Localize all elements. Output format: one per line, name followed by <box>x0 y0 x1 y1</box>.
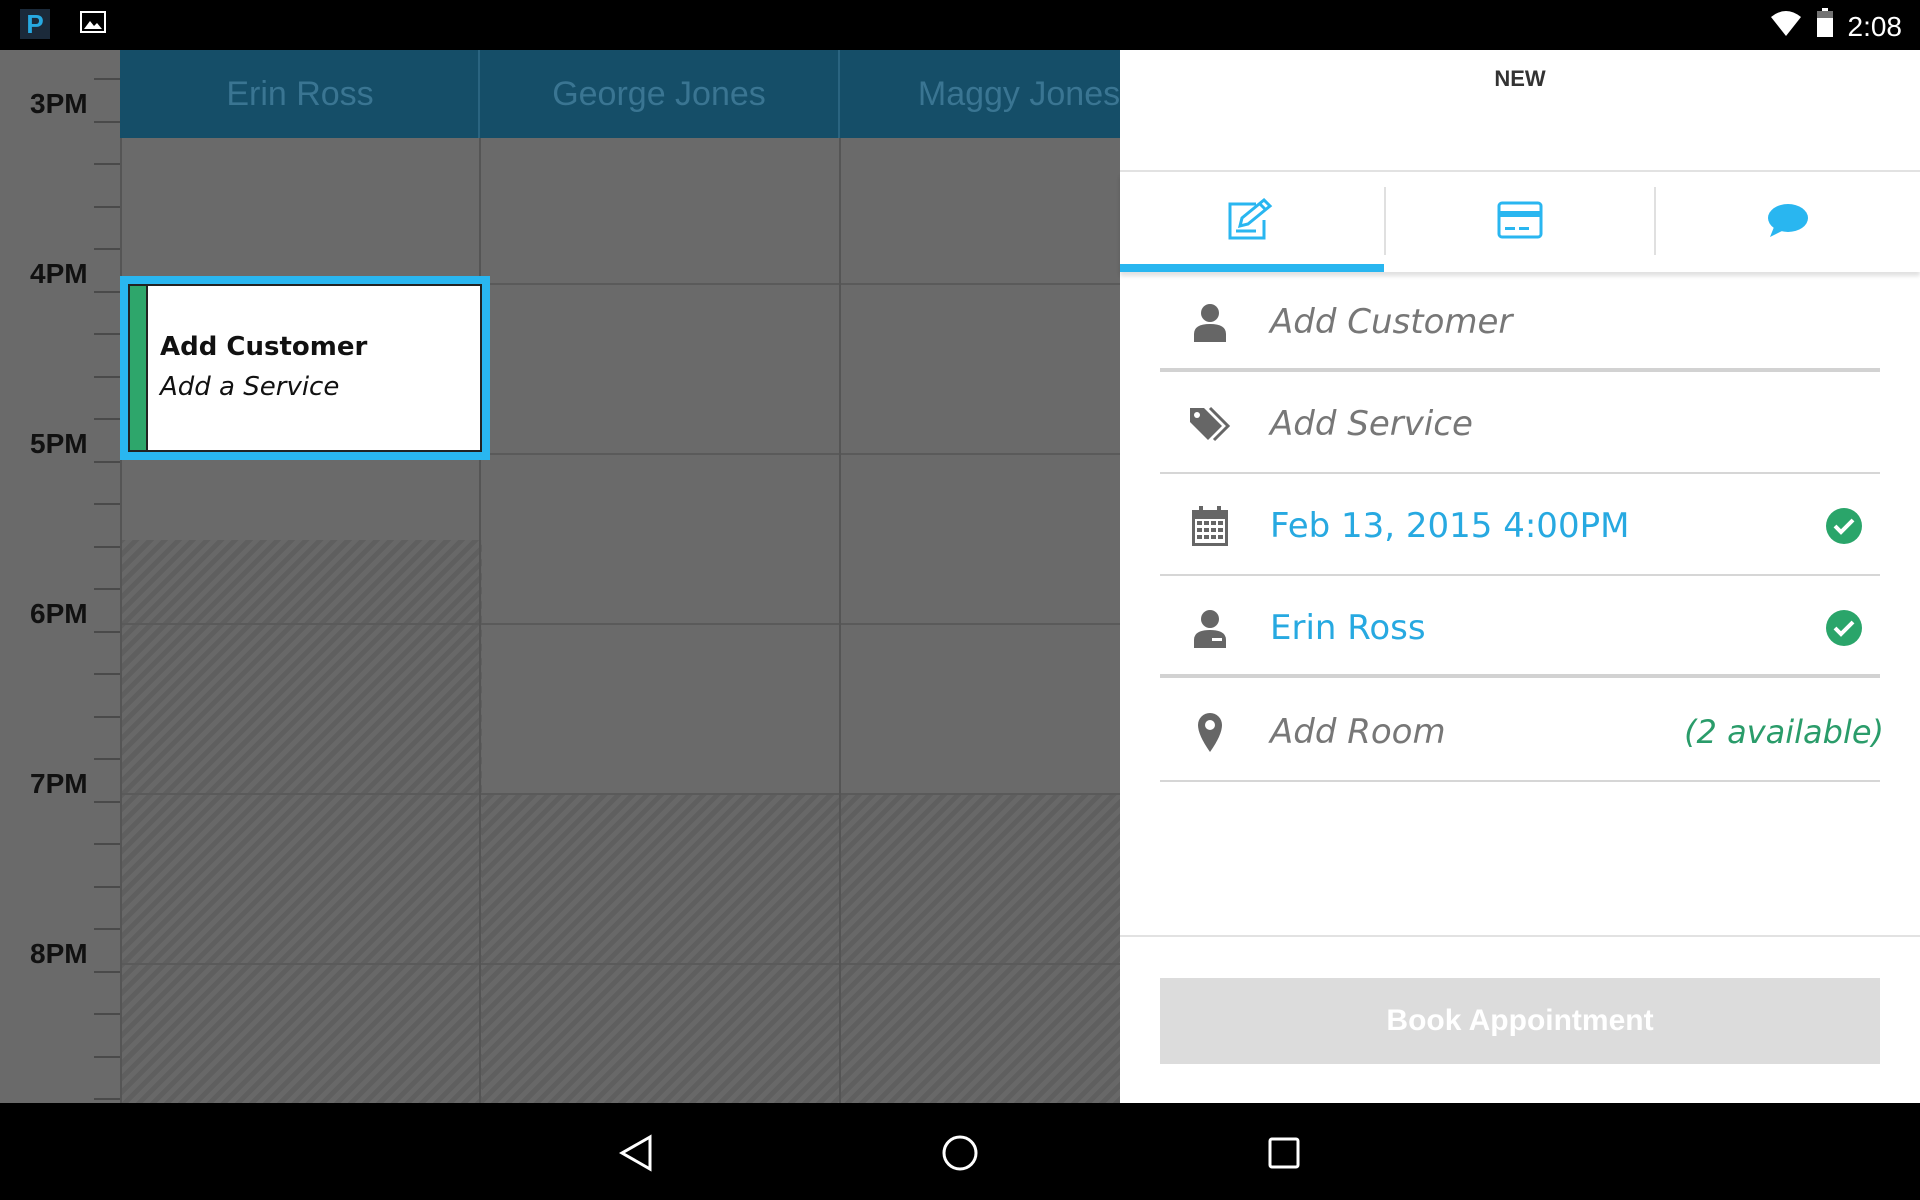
time-tick <box>94 1013 120 1015</box>
grid-line <box>120 793 1120 795</box>
clock: 2:08 <box>1847 10 1903 42</box>
time-tick <box>94 843 120 845</box>
time-tick <box>94 715 120 718</box>
app-p-icon: P <box>20 9 50 39</box>
room-field[interactable]: Add Room (2 available) <box>1160 682 1884 782</box>
time-tick <box>94 375 120 378</box>
grid-line <box>839 138 841 1103</box>
panel-tabs <box>1120 172 1920 272</box>
time-tick <box>94 78 120 80</box>
time-tick <box>94 333 120 335</box>
new-appointment-panel: NEW Add Customer Add Service Feb 13, 201… <box>1120 50 1920 1103</box>
time-label: 8PM <box>30 938 88 969</box>
time-tick <box>94 545 120 548</box>
map-pin-icon <box>1188 710 1232 754</box>
time-tick <box>94 290 120 293</box>
staff-value: Erin Ross <box>1270 608 1426 648</box>
home-icon[interactable] <box>938 1131 982 1175</box>
time-label: 6PM <box>30 598 88 629</box>
time-tick <box>94 588 120 590</box>
time-label: 7PM <box>30 768 88 799</box>
time-tick <box>94 800 120 803</box>
field-divider <box>1160 780 1880 782</box>
time-column: 3PM 4PM 5PM 6PM 7PM 8PM <box>0 50 120 1103</box>
time-tick <box>94 630 120 633</box>
time-tick <box>94 163 120 165</box>
recents-icon[interactable] <box>1262 1131 1306 1175</box>
staff-person-icon <box>1188 606 1232 650</box>
service-placeholder: Add Service <box>1270 404 1473 444</box>
staff-column-header[interactable]: Maggy Jones <box>839 50 1120 138</box>
room-availability: (2 available) <box>1684 713 1884 751</box>
staff-column-header[interactable]: Erin Ross <box>120 50 480 138</box>
staff-column-header[interactable]: George Jones <box>479 50 839 138</box>
chat-bubble-icon <box>1766 201 1810 243</box>
status-bar: P 2:08 <box>0 0 1920 50</box>
appointment-card: Add Customer Add a Service <box>128 284 482 452</box>
field-divider <box>1160 574 1880 576</box>
time-tick <box>94 205 120 208</box>
tab-payment[interactable] <box>1386 172 1654 272</box>
time-tick <box>94 248 120 250</box>
schedule-grid[interactable]: 3PM 4PM 5PM 6PM 7PM 8PM Erin Ross George… <box>0 50 1120 1103</box>
staff-header: Erin Ross George Jones Maggy Jones <box>120 50 1120 138</box>
time-label: 4PM <box>30 258 88 289</box>
header-divider <box>478 50 480 138</box>
book-appointment-button[interactable]: Book Appointment <box>1160 978 1880 1064</box>
wifi-icon <box>1770 9 1802 44</box>
time-tick <box>94 758 120 760</box>
time-label: 3PM <box>30 88 88 119</box>
check-icon <box>1826 508 1862 544</box>
appointment-status-stripe <box>130 286 148 450</box>
appointment-service: Add a Service <box>160 372 340 402</box>
customer-field[interactable]: Add Customer <box>1160 272 1880 372</box>
datetime-value: Feb 13, 2015 4:00PM <box>1270 506 1630 546</box>
divider <box>1120 935 1920 937</box>
image-icon <box>80 10 106 38</box>
customer-placeholder: Add Customer <box>1270 302 1513 342</box>
datetime-field[interactable]: Feb 13, 2015 4:00PM <box>1160 476 1880 576</box>
edit-icon <box>1226 197 1278 246</box>
credit-card-icon <box>1497 201 1543 243</box>
time-label: 5PM <box>30 428 88 459</box>
tags-icon <box>1188 402 1232 446</box>
active-tab-indicator <box>1120 264 1384 272</box>
tab-details[interactable] <box>1120 172 1384 272</box>
grid-line <box>120 50 122 1103</box>
check-icon <box>1826 610 1862 646</box>
field-divider <box>1160 472 1880 474</box>
battery-icon <box>1816 8 1834 45</box>
header-divider <box>838 50 840 138</box>
time-tick <box>94 460 120 463</box>
time-tick <box>94 928 120 930</box>
time-tick <box>94 970 120 973</box>
navigation-bar <box>0 1103 1920 1200</box>
staff-field[interactable]: Erin Ross <box>1160 578 1880 678</box>
time-tick <box>94 503 120 505</box>
time-tick <box>94 120 120 123</box>
new-appointment-block[interactable]: Add Customer Add a Service <box>120 276 490 460</box>
service-field[interactable]: Add Service <box>1160 374 1880 474</box>
field-divider <box>1160 674 1880 678</box>
tab-messages[interactable] <box>1656 172 1920 272</box>
grid-line <box>120 623 1120 625</box>
appointment-customer: Add Customer <box>160 332 368 362</box>
panel-title: NEW <box>1494 66 1546 91</box>
room-placeholder: Add Room <box>1270 712 1446 752</box>
time-tick <box>94 673 120 675</box>
back-icon[interactable] <box>614 1131 658 1175</box>
person-icon <box>1188 300 1232 344</box>
grid-line <box>120 963 1120 965</box>
calendar-icon <box>1188 504 1232 548</box>
field-divider <box>1160 368 1880 372</box>
time-tick <box>94 418 120 420</box>
time-tick <box>94 885 120 888</box>
unavailable-block <box>482 795 1120 1103</box>
time-tick <box>94 1055 120 1058</box>
time-tick <box>94 1098 120 1100</box>
